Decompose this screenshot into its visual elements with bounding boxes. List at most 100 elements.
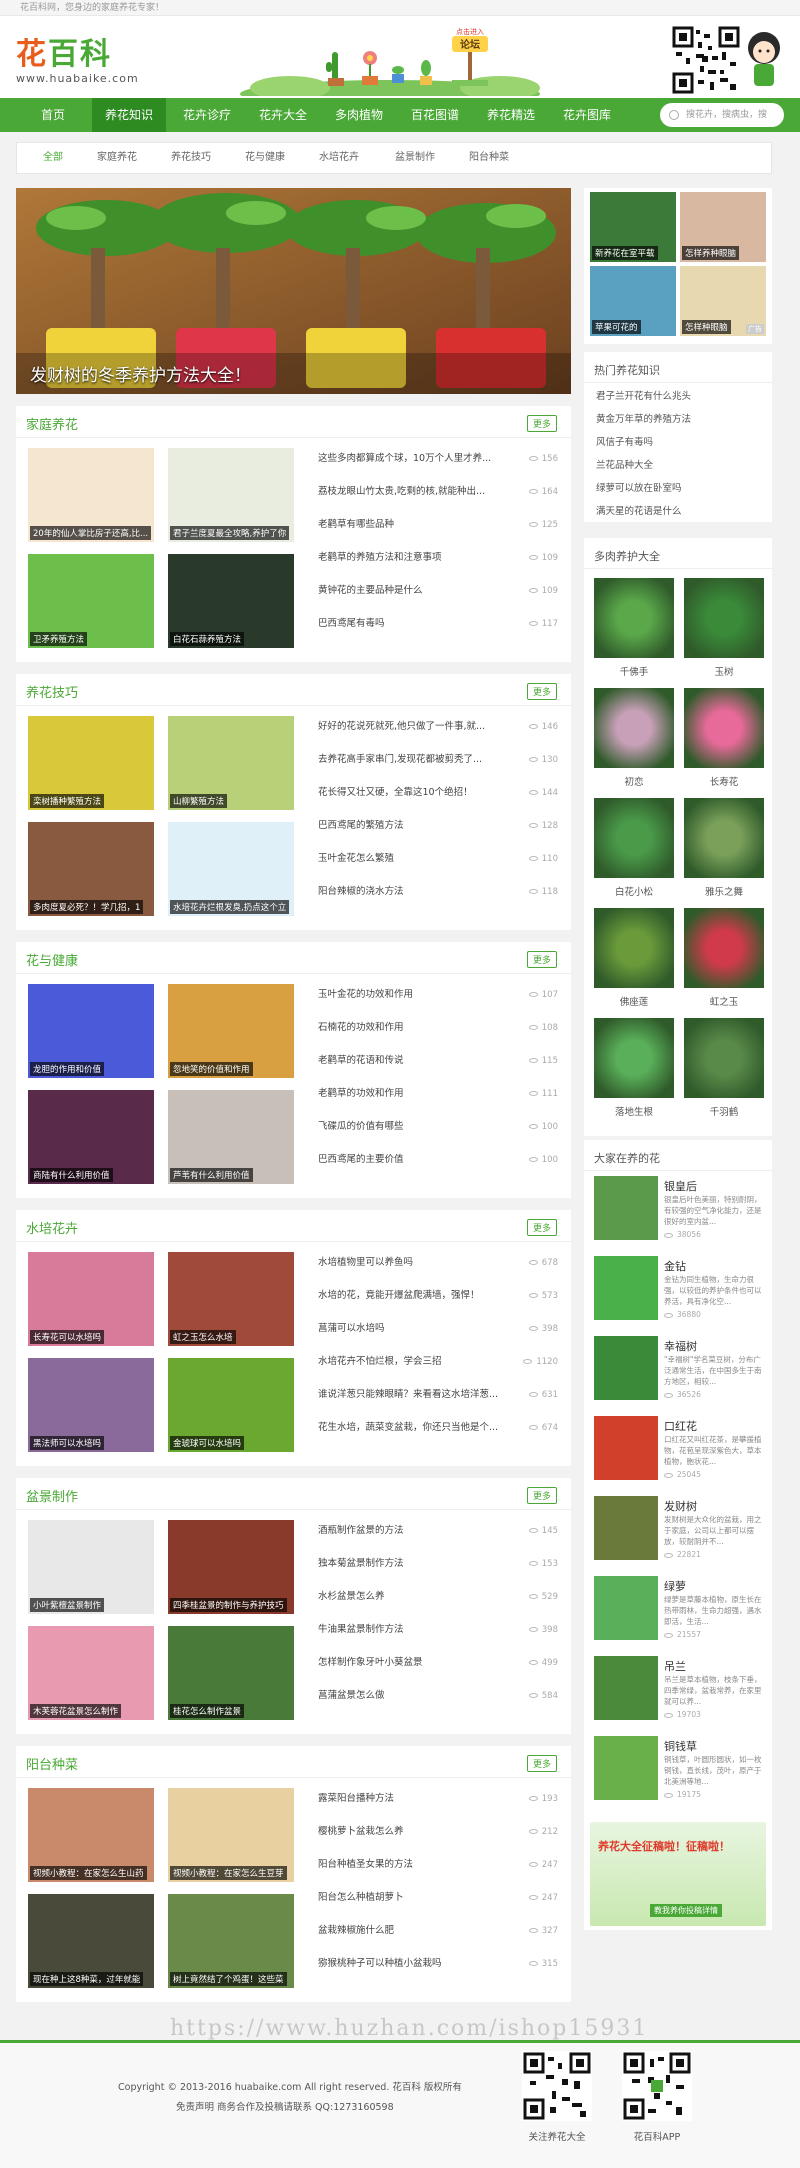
popular-flower-name[interactable]: 幸福树 xyxy=(664,1338,697,1354)
more-button[interactable]: 更多 xyxy=(526,951,557,968)
article-thumbnail[interactable]: 商陆有什么利用价值 xyxy=(28,1090,154,1184)
article-list-item[interactable]: 猕猴桃种子可以种植小盆栽吗 315 xyxy=(318,1955,558,1973)
section-title[interactable]: 阳台种菜 xyxy=(26,1754,78,1773)
section-title[interactable]: 盆景制作 xyxy=(26,1486,78,1505)
article-list-item[interactable]: 牛油果盆景制作方法 398 xyxy=(318,1621,558,1639)
article-thumbnail[interactable]: 四季桂盆景的制作与养护技巧 xyxy=(168,1520,294,1614)
nav-encyclopedia[interactable]: 花卉大全 xyxy=(246,98,320,132)
article-title[interactable]: 巴西鸢尾有毒吗 xyxy=(318,615,508,633)
popular-flower-image[interactable] xyxy=(594,1176,658,1240)
popular-flower-image[interactable] xyxy=(594,1416,658,1480)
succulent-item[interactable]: 佛座莲 xyxy=(594,908,674,1008)
article-thumbnail[interactable]: 白花石蒜养殖方法 xyxy=(168,554,294,648)
more-button[interactable]: 更多 xyxy=(526,1487,557,1504)
article-list-item[interactable]: 好好的花说死就死,他只做了一件事,就... 146 xyxy=(318,718,558,736)
popular-flower-name[interactable]: 银皇后 xyxy=(664,1178,697,1194)
popular-flower-name[interactable]: 绿萝 xyxy=(664,1578,686,1594)
article-title[interactable]: 石楠花的功效和作用 xyxy=(318,1019,508,1037)
nav-gallery[interactable]: 花卉图库 xyxy=(550,98,624,132)
popular-flower-item[interactable]: 金钻 金钻为同生植物，生命力很强，以较低的养护条件也可以养活，具有净化空... 36… xyxy=(584,1256,772,1336)
succulent-item[interactable]: 白花小松 xyxy=(594,798,674,898)
article-list-item[interactable]: 樱桃萝卜盆栽怎么养 212 xyxy=(318,1823,558,1841)
hot-knowledge-item[interactable]: 风信子有毒吗 xyxy=(584,431,772,454)
article-list-item[interactable]: 露菜阳台播种方法 193 xyxy=(318,1790,558,1808)
article-thumbnail[interactable]: 卫矛养殖方法 xyxy=(28,554,154,648)
side-ad-button[interactable]: 教我养你投稿详情 xyxy=(650,1904,722,1917)
succulent-image[interactable] xyxy=(594,578,674,658)
subnav-health[interactable]: 花与健康 xyxy=(245,143,285,173)
article-list-item[interactable]: 盆栽辣椒施什么肥 327 xyxy=(318,1922,558,1940)
article-title[interactable]: 好好的花说死就死,他只做了一件事,就... xyxy=(318,718,508,736)
succulent-name[interactable]: 落地生根 xyxy=(594,1104,674,1118)
popular-flower-image[interactable] xyxy=(594,1576,658,1640)
hot-knowledge-item[interactable]: 绿萝可以放在卧室吗 xyxy=(584,477,772,500)
succulent-name[interactable]: 千佛手 xyxy=(594,664,674,678)
article-list-item[interactable]: 酒瓶制作盆景的方法 145 xyxy=(318,1522,558,1540)
article-thumbnail[interactable]: 黑法师可以水培吗 xyxy=(28,1358,154,1452)
more-button[interactable]: 更多 xyxy=(526,1755,557,1772)
nav-knowledge[interactable]: 养花知识 xyxy=(92,98,166,132)
hot-knowledge-item[interactable]: 兰花品种大全 xyxy=(584,454,772,477)
side-ad-thumb-1[interactable]: 新养花在室平载 xyxy=(590,192,676,262)
article-list-item[interactable]: 黄钟花的主要品种是什么 109 xyxy=(318,582,558,600)
popular-flower-name[interactable]: 发财树 xyxy=(664,1498,697,1514)
article-list-item[interactable]: 巴西鸢尾的繁殖方法 128 xyxy=(318,817,558,835)
more-button[interactable]: 更多 xyxy=(526,683,557,700)
article-thumbnail[interactable]: 现在种上这8种菜，过年就能 xyxy=(28,1894,154,1988)
article-title[interactable]: 独本菊盆景制作方法 xyxy=(318,1555,508,1573)
article-thumbnail[interactable]: 芦苇有什么利用价值 xyxy=(168,1090,294,1184)
article-list-item[interactable]: 去养花高手家串门,发现花都被剪秃了... 130 xyxy=(318,751,558,769)
article-title[interactable]: 猕猴桃种子可以种植小盆栽吗 xyxy=(318,1955,508,1973)
article-thumbnail[interactable]: 金琥球可以水培吗 xyxy=(168,1358,294,1452)
article-list-item[interactable]: 石楠花的功效和作用 108 xyxy=(318,1019,558,1037)
popular-flower-image[interactable] xyxy=(594,1336,658,1400)
more-button[interactable]: 更多 xyxy=(526,415,557,432)
sidebar-submission-ad[interactable]: 养花大全征稿啦！征稿啦！ 教我养你投稿详情 xyxy=(584,1818,772,1930)
article-thumbnail[interactable]: 龙胆的作用和价值 xyxy=(28,984,154,1078)
article-title[interactable]: 老鹳草的花语和传说 xyxy=(318,1052,508,1070)
article-list-item[interactable]: 花长得又壮又硬，全靠这10个绝招！ 144 xyxy=(318,784,558,802)
article-thumbnail[interactable]: 桂花怎么制作盆景 xyxy=(168,1626,294,1720)
article-title[interactable]: 怎样制作象牙叶小葵盆景 xyxy=(318,1654,508,1672)
article-title[interactable]: 阳台辣椒的浇水方法 xyxy=(318,883,508,901)
section-title[interactable]: 水培花卉 xyxy=(26,1218,78,1237)
article-list-item[interactable]: 谁说洋葱只能辣眼睛？来看看这水培洋葱... 631 xyxy=(318,1386,558,1404)
popular-flower-item[interactable]: 铜钱草 铜钱草，叶圆形圆状，如一枚铜钱，直长线，茂叶，原产于北美洲等地... 191… xyxy=(584,1736,772,1816)
popular-flower-image[interactable] xyxy=(594,1496,658,1560)
subnav-home-flower[interactable]: 家庭养花 xyxy=(97,143,137,173)
popular-flower-name[interactable]: 铜钱草 xyxy=(664,1738,697,1754)
article-title[interactable]: 阳台怎么种植胡萝卜 xyxy=(318,1889,508,1907)
article-list-item[interactable]: 花生水培，蔬菜变盆栽，你还只当他是个... 674 xyxy=(318,1419,558,1437)
succulent-item[interactable]: 长寿花 xyxy=(684,688,764,788)
article-title[interactable]: 樱桃萝卜盆栽怎么养 xyxy=(318,1823,508,1841)
popular-flower-image[interactable] xyxy=(594,1656,658,1720)
side-ad-thumb-3[interactable]: 苹果可花的 xyxy=(590,266,676,336)
succulent-item[interactable]: 千羽鹤 xyxy=(684,1018,764,1118)
article-title[interactable]: 花长得又壮又硬，全靠这10个绝招！ xyxy=(318,784,508,802)
article-list-item[interactable]: 怎样制作象牙叶小葵盆景 499 xyxy=(318,1654,558,1672)
succulent-name[interactable]: 千羽鹤 xyxy=(684,1104,764,1118)
subnav-hydroponic[interactable]: 水培花卉 xyxy=(319,143,359,173)
header-plant-illustration[interactable]: 点击进入 论坛 xyxy=(230,28,550,96)
article-title[interactable]: 老鹳草有哪些品种 xyxy=(318,516,508,534)
article-title[interactable]: 去养花高手家串门,发现花都被剪秃了... xyxy=(318,751,508,769)
article-list-item[interactable]: 老鹳草有哪些品种 125 xyxy=(318,516,558,534)
article-title[interactable]: 巴西鸢尾的主要价值 xyxy=(318,1151,508,1169)
article-title[interactable]: 玉叶金花怎么繁殖 xyxy=(318,850,508,868)
popular-flower-item[interactable]: 幸福树 "幸福树"学名菜豆树，分布广泛通常生活，在中国多生于南方地区，相较... 3… xyxy=(584,1336,772,1416)
succulent-name[interactable]: 初恋 xyxy=(594,774,674,788)
succulent-name[interactable]: 白花小松 xyxy=(594,884,674,898)
article-list-item[interactable]: 巴西鸢尾有毒吗 117 xyxy=(318,615,558,633)
article-title[interactable]: 花生水培，蔬菜变盆栽，你还只当他是个... xyxy=(318,1419,508,1437)
succulent-image[interactable] xyxy=(684,798,764,878)
side-ad-thumb-2[interactable]: 怎样养种眼脑 xyxy=(680,192,766,262)
article-thumbnail[interactable]: 君子兰度夏最全攻略,养护了你 xyxy=(168,448,294,542)
article-title[interactable]: 玉叶金花的功效和作用 xyxy=(318,986,508,1004)
hot-knowledge-item[interactable]: 满天星的花语是什么 xyxy=(584,500,772,523)
article-list-item[interactable]: 老鹳草的花语和传说 115 xyxy=(318,1052,558,1070)
article-title[interactable]: 水杉盆景怎么养 xyxy=(318,1588,508,1606)
nav-home[interactable]: 首页 xyxy=(18,98,88,132)
popular-flower-image[interactable] xyxy=(594,1736,658,1800)
succulent-image[interactable] xyxy=(594,798,674,878)
section-title[interactable]: 家庭养花 xyxy=(26,414,78,433)
